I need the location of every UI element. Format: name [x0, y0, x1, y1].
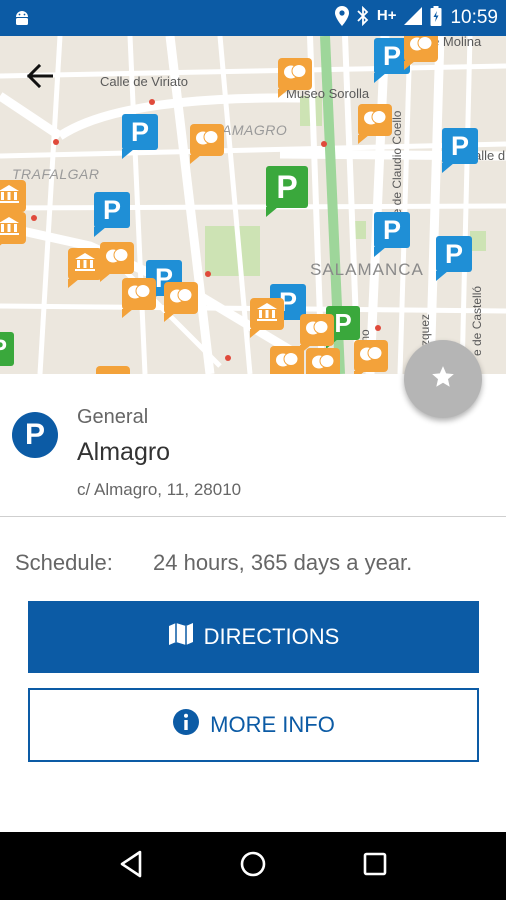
android-icon	[12, 8, 32, 33]
signal-icon	[404, 6, 423, 30]
bluetooth-icon	[357, 5, 369, 31]
map-museum-marker[interactable]	[250, 298, 284, 338]
museum-icon	[0, 184, 20, 209]
directions-button[interactable]: DIRECTIONS	[28, 601, 479, 673]
map-parking-marker[interactable]: P	[442, 128, 478, 173]
theater-masks-icon	[363, 109, 387, 132]
map-museum-marker[interactable]	[68, 248, 102, 288]
map-theater-marker[interactable]	[270, 346, 304, 374]
map-museum-marker[interactable]	[0, 212, 26, 252]
star-icon	[430, 364, 456, 395]
theater-masks-icon	[275, 351, 299, 374]
map-view[interactable]: Calle de Viriato Museo Sorolla AMAGRO TR…	[0, 36, 506, 374]
map-theater-marker[interactable]	[278, 58, 312, 98]
map-theater-marker[interactable]	[306, 348, 340, 374]
map-label-calle-viriato: Calle de Viriato	[100, 74, 188, 89]
map-label-salamanca: SALAMANCA	[310, 260, 424, 279]
map-icon	[168, 622, 194, 652]
map-parking-marker[interactable]: P	[374, 212, 410, 257]
nav-recents-button[interactable]	[355, 846, 395, 886]
map-parking-marker[interactable]: P	[94, 192, 130, 237]
app-screen: H+ 10:59 Calle de Viriato Museo Sorolla …	[0, 0, 506, 900]
map-parking-marker[interactable]: P	[122, 114, 158, 159]
map-theater-marker[interactable]	[404, 36, 438, 70]
map-theater-marker[interactable]	[164, 282, 198, 322]
place-category: General	[77, 406, 149, 428]
parking-icon: P	[12, 412, 58, 458]
map-parking-marker[interactable]: P	[436, 236, 472, 281]
theater-masks-icon	[169, 287, 193, 310]
nav-home-button[interactable]	[233, 846, 273, 886]
theater-masks-icon	[359, 345, 383, 368]
more-info-button[interactable]: MORE INFO	[28, 688, 479, 762]
map-parking-marker-selected[interactable]: P	[266, 166, 308, 217]
favorite-button[interactable]	[404, 340, 482, 418]
map-parking-marker[interactable]: P	[0, 332, 14, 366]
theater-masks-icon	[127, 283, 151, 306]
map-label-castello: e de Castelló	[470, 285, 484, 356]
map-theater-marker[interactable]	[122, 278, 156, 318]
divider	[0, 516, 506, 517]
directions-label: DIRECTIONS	[203, 624, 340, 649]
place-address: c/ Almagro, 11, 28010	[77, 480, 242, 499]
arrow-left-icon	[26, 63, 54, 93]
system-nav-bar	[0, 832, 506, 900]
clock: 10:59	[450, 7, 498, 28]
map-theater-marker[interactable]	[354, 340, 388, 374]
map-museum-marker[interactable]	[0, 180, 26, 220]
map-theater-marker[interactable]	[190, 124, 224, 164]
place-name: Almagro	[77, 438, 171, 466]
museum-icon	[0, 216, 20, 241]
theater-masks-icon	[305, 319, 329, 342]
status-icons: H+ 10:59	[334, 0, 498, 36]
theater-masks-icon	[283, 63, 307, 86]
network-type: H+	[376, 6, 397, 24]
battery-icon	[430, 5, 442, 31]
nav-back-button[interactable]	[111, 846, 151, 886]
map-label-trafalgar: TRAFALGAR	[12, 166, 100, 182]
map-theater-marker[interactable]	[96, 366, 130, 374]
square-recents-icon	[362, 851, 388, 882]
theater-masks-icon	[105, 247, 129, 270]
back-button[interactable]	[20, 58, 60, 98]
more-info-label: MORE INFO	[210, 712, 335, 737]
map-theater-marker[interactable]	[358, 104, 392, 144]
place-detail-panel: P General Almagro c/ Almagro, 11, 28010 …	[0, 374, 506, 832]
info-icon	[172, 708, 200, 742]
schedule-label: Schedule:	[15, 550, 113, 575]
theater-masks-icon	[409, 36, 433, 58]
triangle-back-icon	[118, 850, 144, 883]
location-icon	[334, 5, 349, 31]
museum-icon	[74, 252, 96, 277]
map-theater-marker[interactable]	[300, 314, 334, 354]
map-label-almagro: AMAGRO	[222, 122, 288, 138]
theater-masks-icon	[311, 353, 335, 375]
status-bar: H+ 10:59	[0, 0, 506, 36]
museum-icon	[256, 302, 278, 327]
map-label-calle-side: alle d	[474, 148, 506, 163]
map-theater-marker[interactable]	[100, 242, 134, 282]
circle-home-icon	[239, 850, 267, 883]
schedule-value: 24 hours, 365 days a year.	[153, 550, 413, 575]
theater-masks-icon	[195, 129, 219, 152]
